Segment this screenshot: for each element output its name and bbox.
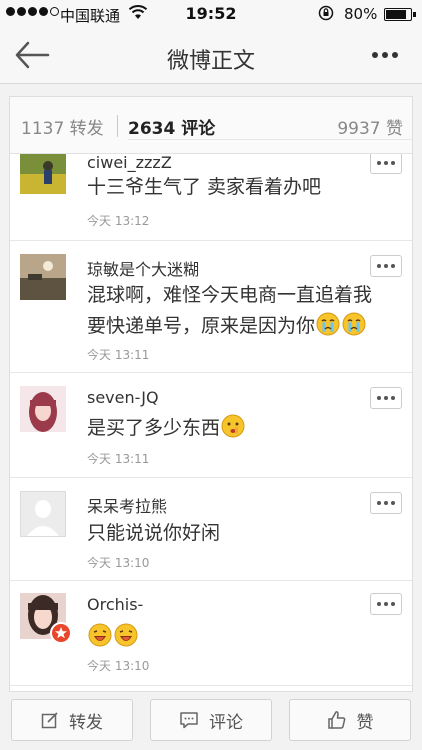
comment-username[interactable]: 呆呆考拉熊 <box>87 493 167 517</box>
tab-reposts[interactable]: 1137 转发 <box>21 114 104 139</box>
bottom-toolbar: 转发 评论 赞 <box>0 692 422 750</box>
comment-item: 呆呆考拉熊 只能说说你好闲 今天 13:10 <box>10 478 412 581</box>
comment-text <box>87 622 387 653</box>
comment-text-segment: 要快递单号，原来是因为你 <box>87 315 316 337</box>
comment-time: 今天 13:11 <box>87 452 150 466</box>
comment-item: seven-JQ 是买了多少东西 今天 13:11 <box>10 373 412 478</box>
thumbs-up-icon <box>327 711 345 729</box>
page-title: 微博正文 <box>166 49 255 74</box>
tab-likes[interactable]: 9937 赞 <box>337 114 403 139</box>
comment-text: 只能说说你好闲 <box>87 522 221 544</box>
like-label: 赞 <box>356 712 374 733</box>
comment-text-line: 要快递单号，原来是因为你 <box>87 311 387 342</box>
comment-bubble-icon <box>180 712 198 729</box>
battery-icon <box>384 8 416 21</box>
avatar[interactable] <box>20 386 66 432</box>
more-options-icon[interactable] <box>372 52 398 58</box>
shush-emoji-icon <box>221 414 245 438</box>
tabs-bar: 1137 转发 2634 评论 9937 赞 <box>10 97 412 154</box>
comment-text-line: 混球啊，难怪今天电商一直追着我 <box>87 284 373 306</box>
like-button[interactable]: 赞 <box>289 699 411 741</box>
comment-text: 混球啊，难怪今天电商一直追着我 要快递单号，原来是因为你 <box>87 280 387 342</box>
nav-bar: 微博正文 <box>0 28 422 84</box>
comments-card: 1137 转发 2634 评论 9937 赞 ciwei_zzzZ 十三爷生气了… <box>9 96 413 692</box>
laughing-emoji-icon <box>88 623 112 647</box>
avatar[interactable] <box>20 154 66 194</box>
comment-text: 是买了多少东西 <box>87 413 387 444</box>
comment-username[interactable]: 琼敏是个大迷糊 <box>87 256 199 280</box>
crying-emoji-icon <box>316 312 340 336</box>
avatar[interactable] <box>20 254 66 300</box>
comment-menu-button[interactable] <box>370 255 402 277</box>
comment-username[interactable]: seven-JQ <box>87 388 159 407</box>
comment-text: 十三爷生气了 卖家看着办吧 <box>87 176 322 198</box>
comment-time: 今天 13:10 <box>87 659 150 673</box>
comment-time: 今天 13:12 <box>87 214 150 228</box>
comment-time: 今天 13:10 <box>87 556 150 570</box>
comment-item: ciwei_zzzZ 十三爷生气了 卖家看着办吧 今天 13:12 <box>10 154 412 241</box>
comment-username[interactable]: Orchis- <box>87 595 143 614</box>
laughing-emoji-icon <box>114 623 138 647</box>
comment-menu-button[interactable] <box>370 154 402 174</box>
verified-badge-icon <box>50 622 72 644</box>
edit-icon <box>41 712 58 729</box>
comment-item: Orchis- 今天 13:10 <box>10 581 412 686</box>
comment-menu-button[interactable] <box>370 593 402 615</box>
tab-divider <box>117 115 118 137</box>
comment-menu-button[interactable] <box>370 387 402 409</box>
crying-emoji-icon <box>342 312 366 336</box>
comment-time: 今天 13:11 <box>87 348 150 362</box>
comment-button[interactable]: 评论 <box>150 699 272 741</box>
status-bar: 中国联通 19:52 80% <box>0 0 422 28</box>
comment-menu-button[interactable] <box>370 492 402 514</box>
avatar[interactable] <box>20 491 66 537</box>
comment-label: 评论 <box>209 712 243 733</box>
comment-text-segment: 是买了多少东西 <box>87 417 221 439</box>
comment-list: ciwei_zzzZ 十三爷生气了 卖家看着办吧 今天 13:12 琼敏是个大迷… <box>10 154 412 691</box>
rotation-lock-icon <box>318 5 334 21</box>
comment-item: 琼敏是个大迷糊 混球啊，难怪今天电商一直追着我 要快递单号，原来是因为你 今天 … <box>10 241 412 373</box>
repost-button[interactable]: 转发 <box>11 699 133 741</box>
comment-username[interactable]: ciwei_zzzZ <box>87 154 172 172</box>
battery-percentage: 80% <box>344 5 378 23</box>
repost-label: 转发 <box>69 712 103 733</box>
